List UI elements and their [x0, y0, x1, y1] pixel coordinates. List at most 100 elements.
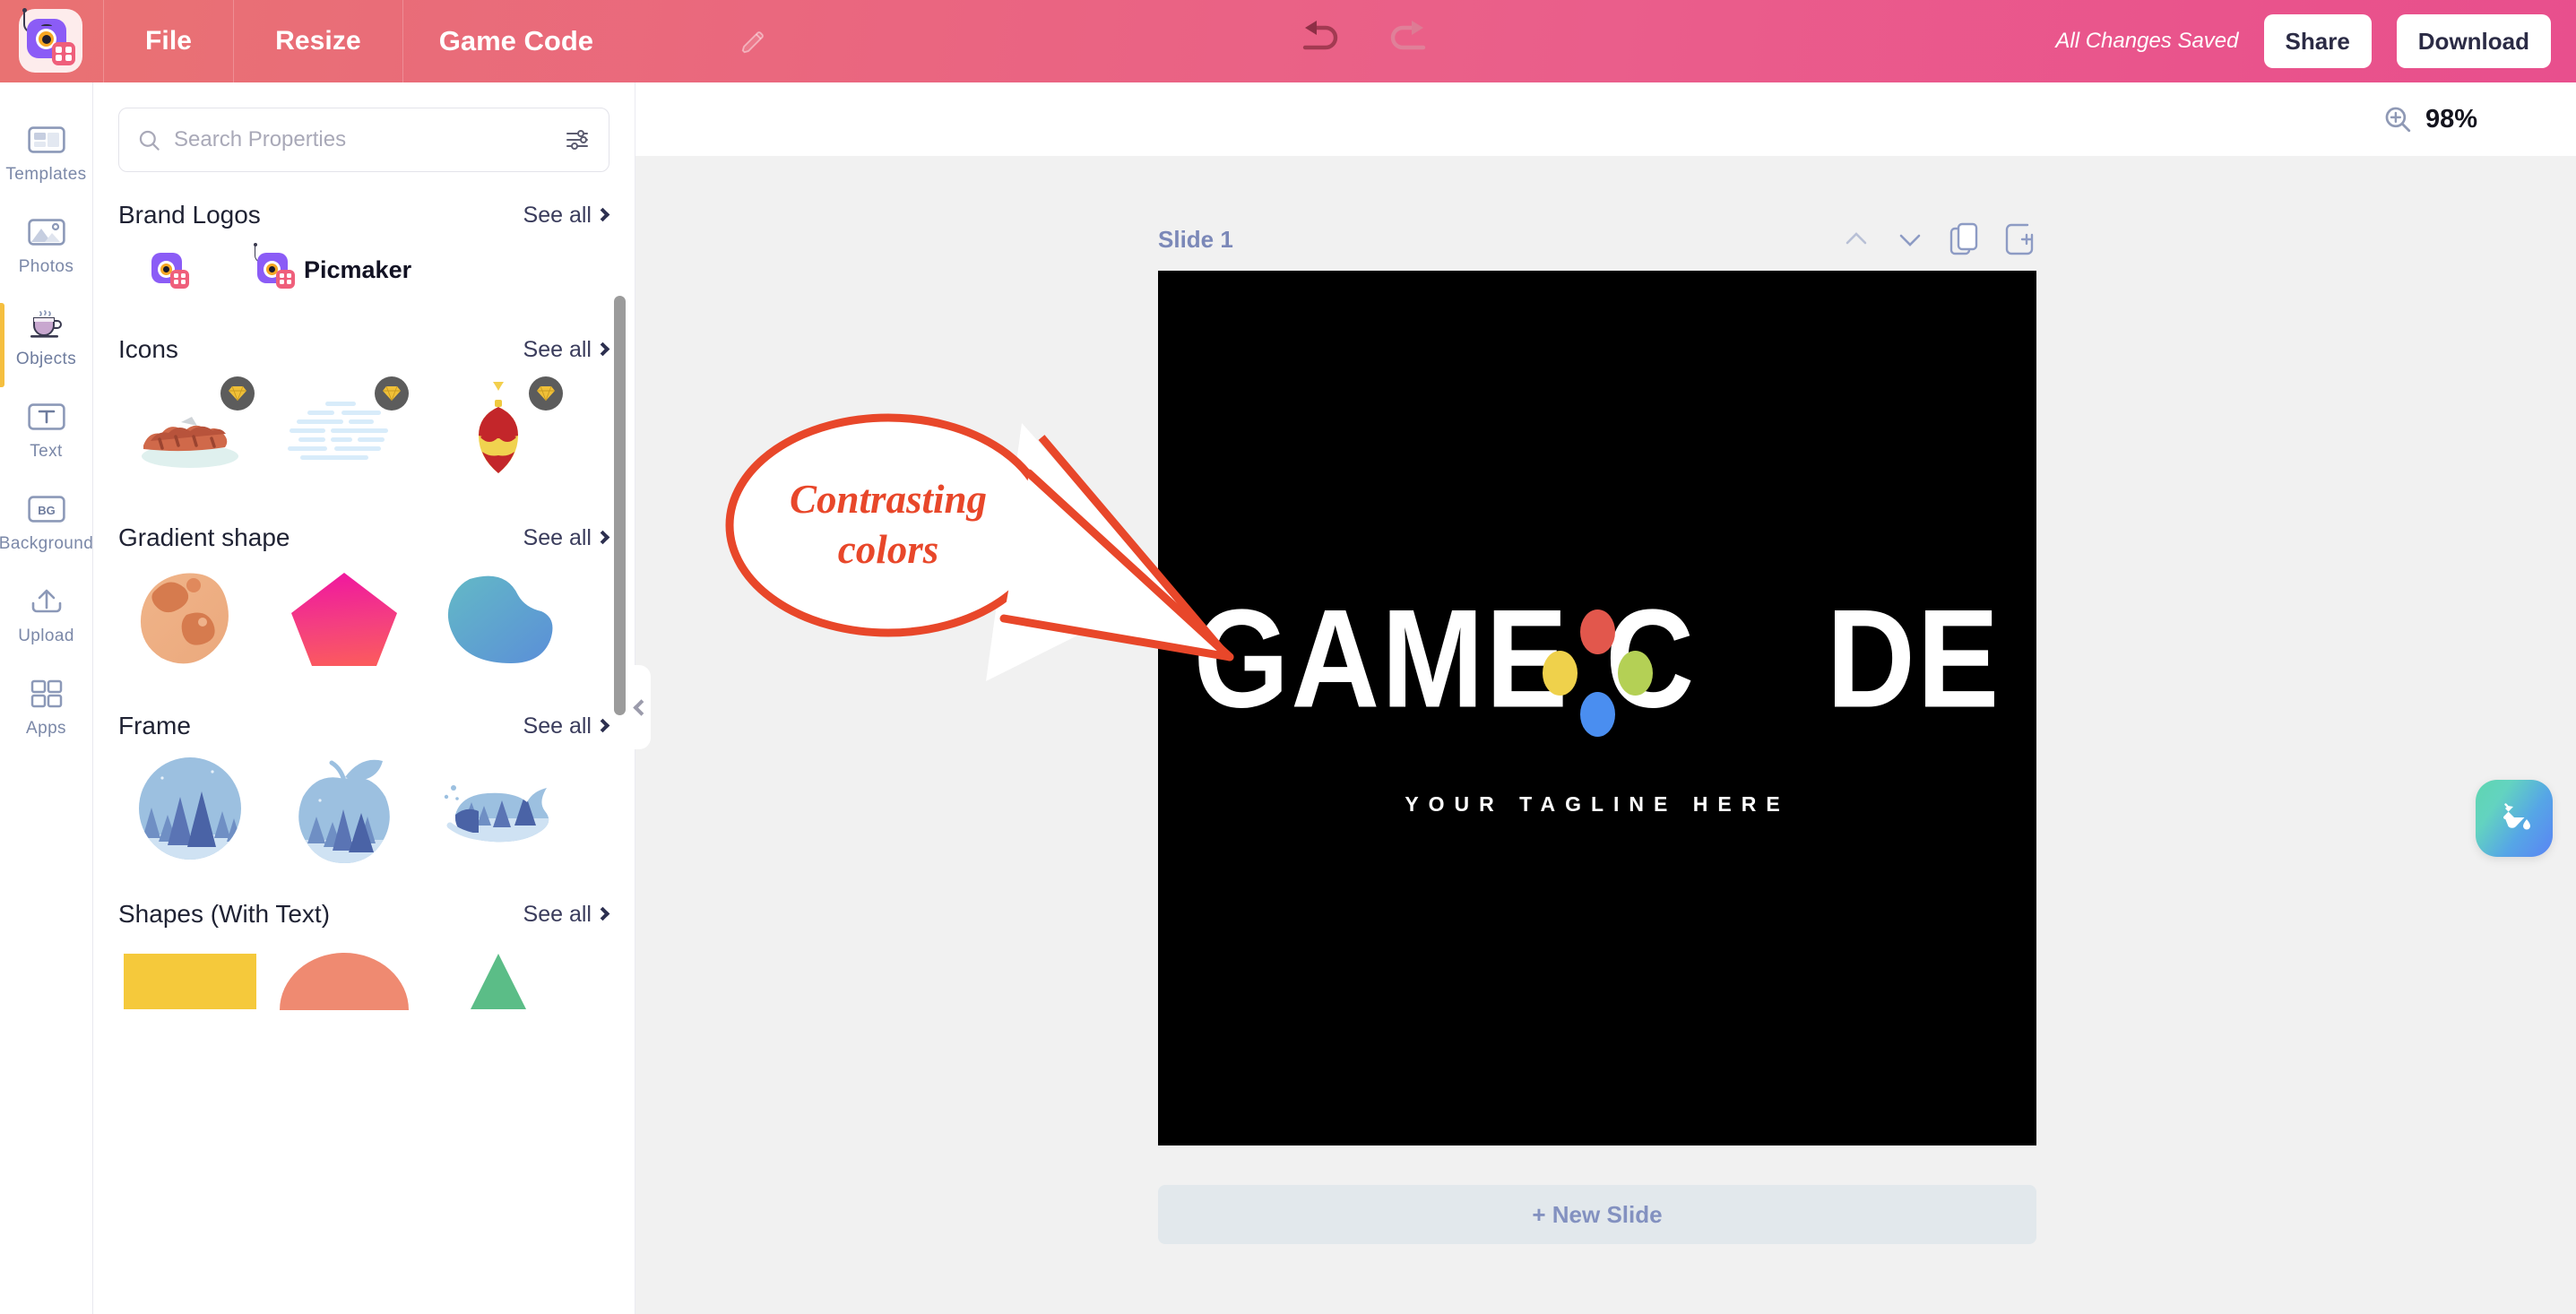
pencil-icon[interactable]	[739, 29, 766, 56]
tagline: YOUR TAGLINE HERE	[1405, 792, 1790, 816]
brand-logo-mark[interactable]	[118, 251, 221, 289]
icon-thumb-sausages[interactable]	[113, 373, 267, 491]
frame-circle-forest[interactable]	[113, 749, 267, 868]
icon-thumb-ornament[interactable]	[421, 373, 575, 491]
redo-icon[interactable]	[1380, 13, 1438, 70]
see-all-label: See all	[523, 713, 592, 739]
frames-row	[93, 749, 635, 868]
section-icons-header: Icons See all	[93, 335, 635, 364]
see-all-label: See all	[523, 336, 592, 362]
chevron-left-icon	[633, 698, 650, 716]
dot-green	[1618, 651, 1653, 696]
dot-red	[1580, 609, 1615, 654]
slide-tools	[1841, 222, 2036, 256]
section-title: Icons	[118, 335, 178, 363]
brand-logos-row: Picmaker	[93, 229, 635, 289]
icon-thumb-clouds[interactable]	[267, 373, 421, 491]
sidebar-item-upload[interactable]: Upload	[0, 576, 93, 669]
resize-menu[interactable]: Resize	[234, 0, 402, 82]
chevron-right-icon	[595, 341, 610, 356]
gradient-shape-pentagon-pink[interactable]	[267, 561, 421, 679]
search-input[interactable]	[161, 127, 564, 152]
sidebar-item-background[interactable]: BG Background	[0, 484, 93, 576]
slide-canvas[interactable]: GAME C DE YOUR TAGLINE HERE	[1158, 271, 2036, 1145]
move-slide-down-button[interactable]	[1895, 224, 1925, 255]
see-all-gradient-shape[interactable]: See all	[523, 524, 610, 551]
sidebar-item-text[interactable]: Text	[0, 392, 93, 484]
picmaker-logo-icon[interactable]	[19, 7, 82, 73]
sidebar-item-templates[interactable]: Templates	[0, 115, 93, 207]
sidebar-item-photos[interactable]: Photos	[0, 207, 93, 299]
logo-brow	[40, 23, 52, 28]
filter-sliders-icon[interactable]	[564, 126, 591, 153]
shape-semicircle-salmon[interactable]	[267, 941, 421, 1022]
chevron-right-icon	[595, 530, 610, 544]
move-slide-up-button[interactable]	[1841, 224, 1871, 255]
zoom-control[interactable]: 98%	[2382, 104, 2477, 134]
see-all-label: See all	[523, 202, 592, 228]
section-brand-logos-header: Brand Logos See all	[93, 201, 635, 229]
chevron-right-icon	[595, 906, 610, 921]
background-bg-icon: BG	[26, 490, 67, 528]
properties-panel: Brand Logos See all Picmaker Icons See a…	[93, 82, 635, 1314]
search-icon	[139, 130, 160, 151]
chevron-right-icon	[595, 718, 610, 732]
templates-icon	[26, 121, 67, 159]
share-button[interactable]: Share	[2263, 14, 2372, 68]
panel-scrollbar[interactable]	[614, 296, 626, 715]
slide-label: Slide 1	[1158, 225, 1233, 253]
frame-whale-forest[interactable]	[421, 749, 575, 868]
section-title: Brand Logos	[118, 201, 261, 229]
brand-logo-full[interactable]: Picmaker	[253, 243, 411, 289]
sidebar-item-label: Templates	[5, 165, 87, 184]
gradient-shape-blob-orange[interactable]	[113, 561, 267, 679]
section-gradient-shape-header: Gradient shape See all	[93, 523, 635, 552]
sidebar-item-label: Text	[30, 442, 63, 461]
add-slide-button[interactable]	[2004, 222, 2036, 256]
wordmark-part2: DE	[1826, 581, 2001, 738]
gradient-shape-blob-blue[interactable]	[421, 561, 575, 679]
pro-badge	[220, 376, 255, 411]
section-frame-header: Frame See all	[93, 712, 635, 740]
undo-icon[interactable]	[1291, 13, 1348, 70]
section-title: Shapes (With Text)	[118, 900, 331, 928]
dot-yellow	[1543, 651, 1578, 696]
collapse-panel-button[interactable]	[627, 665, 651, 749]
left-sidebar: Templates Photos Objects Text BG Backgro…	[0, 82, 93, 1314]
sidebar-item-label: Objects	[15, 350, 77, 368]
new-slide-button[interactable]: + New Slide	[1158, 1185, 2036, 1244]
photos-icon	[26, 213, 67, 251]
see-all-icons[interactable]: See all	[523, 336, 610, 363]
download-button[interactable]: Download	[2396, 14, 2551, 68]
paint-bucket-icon	[2503, 803, 2530, 830]
project-title[interactable]: Game Code	[403, 0, 629, 82]
sidebar-item-objects[interactable]: Objects	[0, 299, 93, 392]
see-all-shapes-with-text[interactable]: See all	[523, 902, 610, 928]
see-all-frame[interactable]: See all	[523, 713, 610, 739]
logo-design[interactable]: GAME C DE YOUR TAGLINE HERE	[1158, 271, 2036, 1145]
save-status: All Changes Saved	[2055, 29, 2239, 53]
fill-color-button[interactable]	[2476, 780, 2553, 857]
zoom-level: 98%	[2425, 104, 2477, 134]
pro-badge	[529, 376, 563, 411]
logo-pink-tile	[51, 41, 75, 65]
frame-apple-forest[interactable]	[267, 749, 421, 868]
upload-icon	[26, 583, 67, 620]
search-bar[interactable]	[118, 108, 609, 172]
shape-triangle-green[interactable]	[421, 941, 575, 1022]
sidebar-item-apps[interactable]: Apps	[0, 669, 93, 761]
see-all-label: See all	[523, 524, 592, 550]
sidebar-item-label: Upload	[18, 627, 74, 645]
section-title: Gradient shape	[118, 523, 290, 551]
header-actions: All Changes Saved Share Download	[2055, 0, 2551, 82]
duplicate-slide-button[interactable]	[1949, 222, 1981, 256]
gradient-shapes-row	[93, 561, 635, 679]
svg-text:BG: BG	[38, 504, 56, 517]
dot-blue	[1580, 692, 1615, 737]
slide-header: Slide 1	[1158, 219, 2036, 260]
see-all-brand-logos[interactable]: See all	[523, 202, 610, 229]
icons-row	[93, 373, 635, 491]
shape-rectangle-yellow[interactable]	[113, 941, 267, 1022]
file-menu[interactable]: File	[104, 0, 233, 82]
zoom-in-icon[interactable]	[2382, 104, 2413, 134]
